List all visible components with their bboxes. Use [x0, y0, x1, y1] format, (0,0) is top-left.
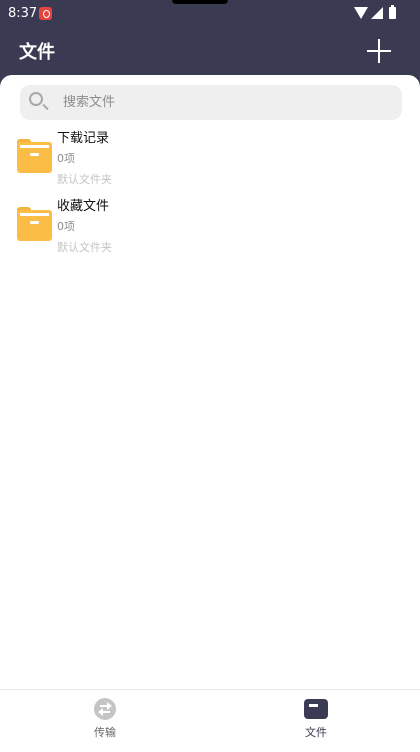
list-item[interactable]: 下载记录 0项 默认文件夹	[0, 127, 420, 195]
folder-name: 下载记录	[57, 131, 110, 146]
status-time: 8:37	[8, 6, 38, 21]
main-content: 下载记录 0项 默认文件夹 收藏文件 0项 默认文件夹	[0, 75, 420, 689]
signal-icon	[371, 7, 383, 19]
search-input[interactable]	[63, 85, 383, 120]
page-title: 文件	[19, 42, 55, 63]
camera-notch	[172, 0, 228, 4]
battery-icon	[389, 5, 396, 19]
list-item[interactable]: 收藏文件 0项 默认文件夹	[0, 195, 420, 263]
tab-label: 文件	[305, 726, 327, 739]
files-icon	[304, 699, 328, 719]
notification-app-icon	[39, 7, 52, 20]
status-indicators	[354, 5, 410, 21]
folder-name: 收藏文件	[57, 199, 110, 214]
add-button[interactable]	[366, 38, 392, 64]
file-list: 下载记录 0项 默认文件夹 收藏文件 0项 默认文件夹	[0, 127, 420, 263]
app-header: 文件	[0, 28, 420, 78]
tab-label: 传输	[94, 726, 116, 739]
tab-transfer[interactable]: 传输	[45, 690, 165, 752]
folder-icon	[17, 207, 52, 241]
status-bar: 8:37	[0, 0, 420, 28]
tab-files[interactable]: 文件	[256, 690, 376, 752]
folder-icon	[17, 139, 52, 173]
bottom-nav: 传输 文件	[0, 689, 420, 752]
folder-description: 默认文件夹	[57, 173, 112, 186]
folder-item-count: 0项	[57, 220, 75, 233]
wifi-icon	[354, 7, 368, 19]
folder-description: 默认文件夹	[57, 241, 112, 254]
transfer-icon	[94, 698, 116, 720]
search-icon	[29, 92, 49, 111]
search-bar[interactable]	[20, 85, 402, 120]
folder-item-count: 0项	[57, 152, 75, 165]
